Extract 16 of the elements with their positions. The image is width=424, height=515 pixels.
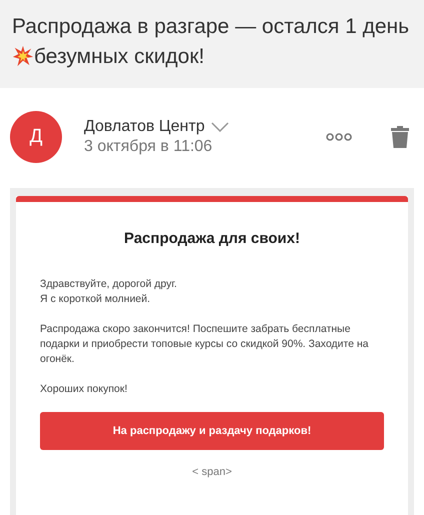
chevron-down-icon[interactable]	[210, 122, 229, 132]
subject-text: Распродажа в разгаре — остался 1 день	[12, 15, 410, 38]
avatar: Д	[10, 111, 62, 163]
trash-icon[interactable]	[390, 125, 410, 149]
more-icon[interactable]	[326, 132, 352, 142]
sender-name[interactable]: Довлатов Центр	[84, 118, 205, 136]
letter-text: Я с короткой молнией.	[40, 292, 152, 307]
explosion-icon	[12, 45, 34, 67]
letter-text: Хороших покупок!	[40, 382, 128, 397]
subject-text: безумных скидок!	[34, 45, 205, 68]
letter-text: Здравствуйте, дорогой друг.	[40, 277, 178, 292]
letter-text: Распродажа скоро закончится! Поспешите забрать бесплатные подарки и приобрести топовые курсы со скидкой 90%. Заходите на огонёк.	[40, 322, 370, 367]
message-date: 3 октября в 11:06	[84, 138, 214, 156]
sale-button[interactable]: На распродажу и раздачу подарков!	[40, 412, 384, 450]
footer-text: < span>	[192, 466, 232, 478]
letter-heading: Распродажа для своих!	[123, 230, 301, 247]
